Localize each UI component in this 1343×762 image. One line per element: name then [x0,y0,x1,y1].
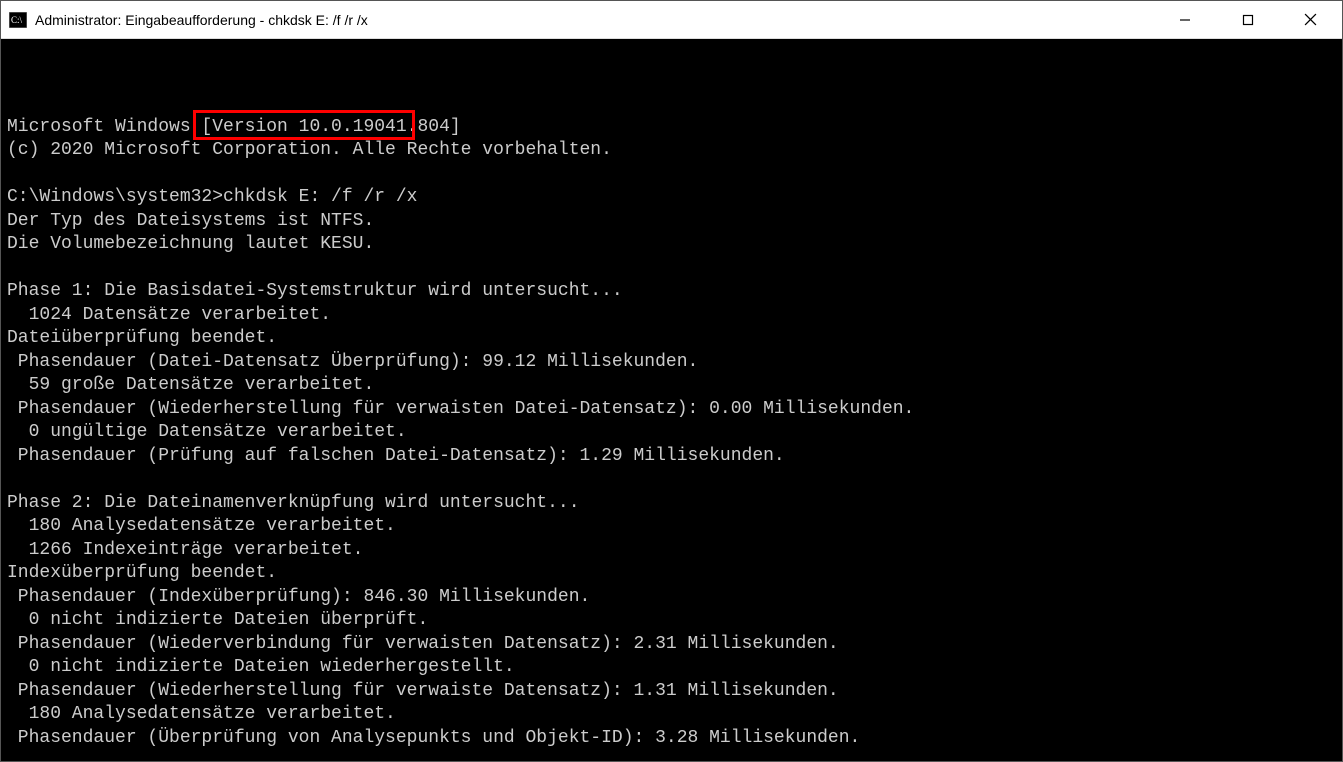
terminal-line: 59 große Datensätze verarbeitet. [7,374,1342,398]
terminal-line: Der Typ des Dateisystems ist NTFS. [7,210,1342,234]
svg-text:C:\: C:\ [11,15,23,25]
window-controls [1153,1,1342,38]
cmd-icon: C:\ [9,12,27,28]
terminal-line: 0 ungültige Datensätze verarbeitet. [7,421,1342,445]
terminal-line: Phasendauer (Indexüberprüfung): 846.30 M… [7,586,1342,610]
terminal-line: Phasendauer (Überprüfung von Analysepunk… [7,727,1342,751]
terminal-line: Phase 1: Die Basisdatei-Systemstruktur w… [7,280,1342,304]
titlebar[interactable]: C:\ Administrator: Eingabeaufforderung -… [1,1,1342,39]
minimize-button[interactable] [1153,1,1216,38]
terminal-line: 0 nicht indizierte Dateien überprüft. [7,609,1342,633]
terminal-line [7,257,1342,281]
terminal-line: 1266 Indexeinträge verarbeitet. [7,539,1342,563]
terminal-line: Microsoft Windows [Version 10.0.19041.80… [7,116,1342,140]
terminal-line: Dateiüberprüfung beendet. [7,327,1342,351]
maximize-button[interactable] [1216,1,1279,38]
terminal-line: 0 nicht indizierte Dateien wiederhergest… [7,656,1342,680]
terminal-line [7,163,1342,187]
terminal-line: 180 Analysedatensätze verarbeitet. [7,515,1342,539]
terminal-line [7,468,1342,492]
terminal-line: Phasendauer (Prüfung auf falschen Datei-… [7,445,1342,469]
terminal-line: Indexüberprüfung beendet. [7,562,1342,586]
terminal-line: 1024 Datensätze verarbeitet. [7,304,1342,328]
close-button[interactable] [1279,1,1342,38]
terminal-line: Phasendauer (Datei-Datensatz Überprüfung… [7,351,1342,375]
terminal-line: (c) 2020 Microsoft Corporation. Alle Rec… [7,139,1342,163]
terminal-line: Phasendauer (Wiederherstellung für verwa… [7,398,1342,422]
terminal-output[interactable]: Microsoft Windows [Version 10.0.19041.80… [1,39,1342,761]
terminal-line: Die Volumebezeichnung lautet KESU. [7,233,1342,257]
terminal-line: Phase 2: Die Dateinamenverknüpfung wird … [7,492,1342,516]
terminal-line: 180 Analysedatensätze verarbeitet. [7,703,1342,727]
terminal-line: Phasendauer (Wiederverbindung für verwai… [7,633,1342,657]
window-title: Administrator: Eingabeaufforderung - chk… [35,12,1153,28]
terminal-line [7,750,1342,761]
app-window: C:\ Administrator: Eingabeaufforderung -… [0,0,1343,762]
terminal-line: C:\Windows\system32>chkdsk E: /f /r /x [7,186,1342,210]
terminal-line: Phasendauer (Wiederherstellung für verwa… [7,680,1342,704]
